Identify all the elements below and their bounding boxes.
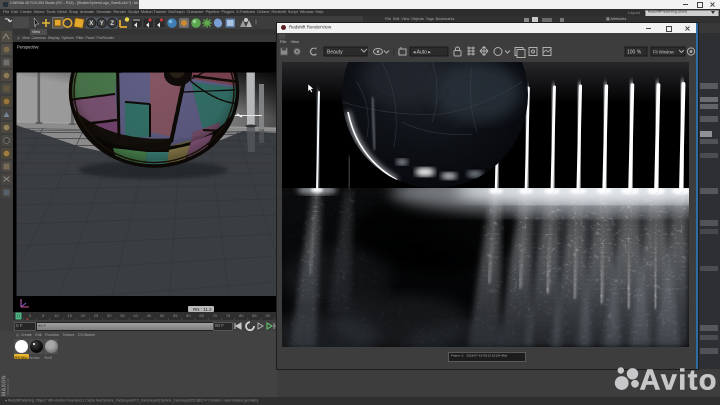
svg-text:85: 85 [252,313,257,318]
svg-text:100 %: 100 % [627,50,642,56]
svg-text:50: 50 [160,313,165,318]
svg-text:Fit Window: Fit Window [653,49,675,54]
svg-text:30: 30 [107,313,112,318]
svg-text:Perspective: Perspective [17,44,40,49]
svg-text:◂ Auto ▸: ◂ Auto ▸ [413,50,431,56]
svg-text:20: 20 [81,313,86,318]
svg-text:Avito: Avito [640,365,718,397]
svg-text:65: 65 [199,313,204,318]
svg-text:RN : 11.2: RN : 11.2 [193,306,212,311]
svg-text:75: 75 [226,313,231,318]
svg-text:40: 40 [133,313,138,318]
svg-text:CINEMA 4D: CINEMA 4D [6,378,10,395]
svg-text:15: 15 [67,313,72,318]
svg-text:60: 60 [186,313,191,318]
svg-text:X: X [89,21,93,27]
svg-text:Beauty: Beauty [327,50,343,56]
svg-text:Z: Z [110,21,114,27]
svg-text:5: 5 [42,313,45,318]
svg-text:25: 25 [94,313,99,318]
svg-text:0: 0 [29,313,32,318]
svg-text:55: 55 [173,313,178,318]
svg-text:90: 90 [265,313,270,318]
svg-text:Y: Y [100,21,104,27]
svg-text:10: 10 [54,313,59,318]
svg-text:70: 70 [213,313,218,318]
svg-text:80: 80 [239,313,244,318]
svg-text:45: 45 [147,313,152,318]
svg-text:35: 35 [120,313,125,318]
